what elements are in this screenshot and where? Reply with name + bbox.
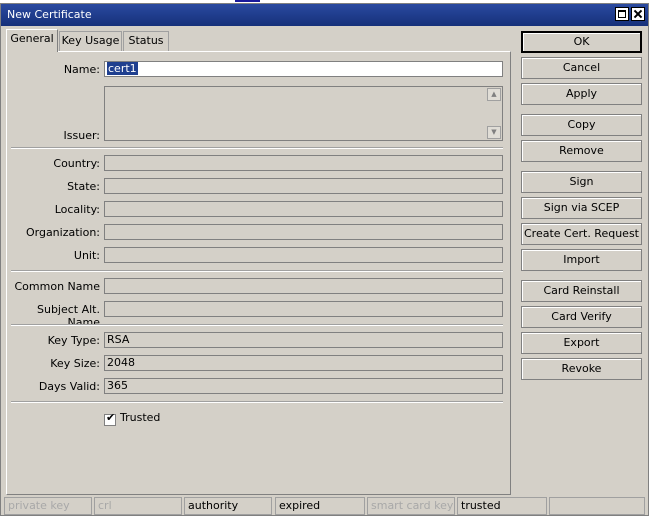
new-certificate-window: New Certificate General Key Usage Status…: [0, 3, 649, 516]
maximize-icon[interactable]: [615, 7, 629, 21]
issuer-scrollbar[interactable]: ▲ ▼: [486, 87, 502, 140]
status-trusted: trusted: [457, 497, 547, 515]
sign-via-scep-button[interactable]: Sign via SCEP: [521, 197, 642, 219]
copy-button[interactable]: Copy: [521, 114, 642, 136]
subject-alt-name-field[interactable]: [104, 301, 503, 317]
separator: [11, 147, 503, 149]
days-valid-field[interactable]: 365: [104, 378, 503, 394]
key-size-field[interactable]: 2048: [104, 355, 503, 371]
ok-button[interactable]: OK: [521, 31, 642, 53]
sign-button[interactable]: Sign: [521, 171, 642, 193]
status-private-key: private key: [4, 497, 92, 515]
name-value: cert1: [107, 62, 138, 75]
issuer-label: Issuer:: [63, 129, 100, 142]
title-bar: New Certificate: [1, 4, 648, 26]
revoke-button[interactable]: Revoke: [521, 358, 642, 380]
separator: [11, 401, 503, 403]
tab-key-usage[interactable]: Key Usage: [59, 31, 122, 51]
tab-general[interactable]: General: [6, 29, 58, 52]
card-verify-button[interactable]: Card Verify: [521, 306, 642, 328]
name-label: Name:: [63, 63, 100, 76]
issuer-textarea[interactable]: ▲ ▼: [104, 86, 503, 141]
country-field[interactable]: [104, 155, 503, 171]
unit-label: Unit:: [73, 249, 100, 262]
key-type-field[interactable]: RSA: [104, 332, 503, 348]
name-input[interactable]: cert1: [104, 61, 503, 77]
separator: [11, 324, 503, 326]
trusted-checkbox[interactable]: ✔: [104, 411, 116, 426]
locality-label: Locality:: [54, 203, 100, 216]
key-type-label: Key Type:: [47, 334, 100, 347]
remove-button[interactable]: Remove: [521, 140, 642, 162]
status-crl: crl: [94, 497, 182, 515]
status-authority: authority: [184, 497, 272, 515]
window-title: New Certificate: [7, 8, 92, 21]
key-size-label: Key Size:: [50, 357, 100, 370]
cancel-button[interactable]: Cancel: [521, 57, 642, 79]
scroll-down-icon[interactable]: ▼: [487, 126, 501, 139]
organization-label: Organization:: [25, 226, 100, 239]
country-label: Country:: [53, 157, 100, 170]
card-reinstall-button[interactable]: Card Reinstall: [521, 280, 642, 302]
top-strip-mark: [235, 0, 260, 2]
state-label: State:: [67, 180, 100, 193]
checkmark-icon: ✔: [106, 411, 116, 424]
scroll-up-icon[interactable]: ▲: [487, 88, 501, 101]
export-button[interactable]: Export: [521, 332, 642, 354]
common-name-field[interactable]: [104, 278, 503, 294]
locality-field[interactable]: [104, 201, 503, 217]
state-field[interactable]: [104, 178, 503, 194]
close-icon[interactable]: [631, 7, 645, 21]
status-empty: [549, 497, 645, 515]
status-smart-card-key: smart card key: [367, 497, 455, 515]
apply-button[interactable]: Apply: [521, 83, 642, 105]
common-name-label: Common Name: [14, 280, 101, 293]
organization-field[interactable]: [104, 224, 503, 240]
tab-status[interactable]: Status: [123, 31, 169, 51]
import-button[interactable]: Import: [521, 249, 642, 271]
unit-field[interactable]: [104, 247, 503, 263]
status-bar: private key crl authority expired smart …: [1, 495, 648, 515]
status-expired: expired: [275, 497, 365, 515]
create-cert-request-button[interactable]: Create Cert. Request: [521, 223, 642, 245]
days-valid-label: Days Valid:: [38, 380, 100, 393]
separator: [11, 270, 503, 272]
trusted-label: Trusted: [120, 411, 161, 424]
